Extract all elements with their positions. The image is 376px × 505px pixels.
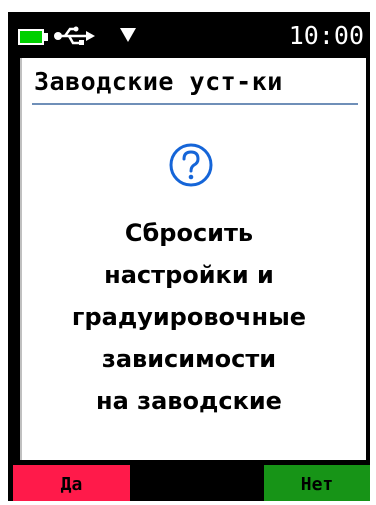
usb-icon (54, 26, 95, 45)
confirm-message: Сбросить настройки и градуировочные зави… (28, 212, 350, 422)
no-button[interactable]: Нет (264, 465, 370, 501)
yes-button[interactable]: Да (13, 465, 130, 501)
page-title: Заводские уст-ки (34, 67, 283, 96)
question-icon (169, 143, 213, 187)
signal-icon (120, 28, 136, 42)
message-line: Сбросить (124, 219, 254, 247)
clock: 10:00 (288, 21, 364, 50)
message-line: настройки и (104, 261, 274, 289)
message-line: градуировочные (71, 303, 307, 331)
battery-tip (44, 33, 48, 41)
title-divider (32, 103, 358, 105)
battery-icon (18, 29, 44, 45)
message-line: на заводские (96, 387, 282, 415)
message-line: зависимости (101, 345, 277, 373)
